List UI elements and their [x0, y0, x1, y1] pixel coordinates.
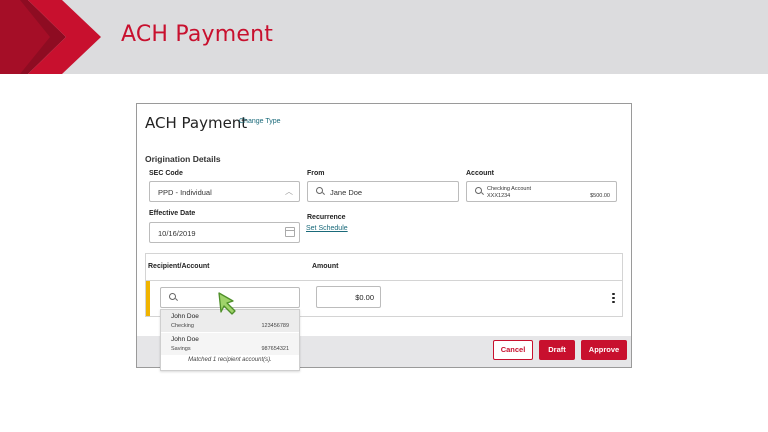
- banner-title: ACH Payment: [121, 22, 274, 47]
- change-type-link[interactable]: Change Type: [239, 118, 281, 125]
- chevron-up-icon: ︿: [285, 187, 293, 196]
- search-icon: [316, 187, 323, 194]
- recurrence-label: Recurrence: [307, 214, 346, 221]
- sec-code-value: PPD - Individual: [158, 188, 212, 197]
- row-active-indicator: [146, 281, 150, 316]
- from-field[interactable]: Jane Doe: [307, 181, 459, 202]
- pointer-cursor-icon: [218, 292, 236, 315]
- account-number: XXX1234: [487, 193, 511, 199]
- sec-code-label: SEC Code: [149, 170, 183, 177]
- from-label: From: [307, 170, 325, 177]
- account-number: 123456789: [261, 323, 289, 329]
- calendar-icon[interactable]: [285, 227, 295, 237]
- effective-date-field[interactable]: 10/16/2019: [149, 222, 300, 243]
- more-options-icon[interactable]: [612, 291, 616, 305]
- amount-input[interactable]: $0.00: [316, 286, 381, 308]
- amount-column-header: Amount: [312, 263, 339, 270]
- account-number: 987654321: [261, 346, 289, 352]
- effective-date-value: 10/16/2019: [158, 229, 196, 238]
- recipient-column-header: Recipient/Account: [148, 263, 210, 270]
- effective-date-label: Effective Date: [149, 210, 196, 217]
- account-type: Savings: [171, 346, 191, 352]
- match-count-text: Matched 1 recipient account(s).: [188, 357, 272, 363]
- recipient-dropdown: John Doe Checking 123456789 John Doe Sav…: [160, 309, 300, 371]
- list-item[interactable]: John Doe Savings 987654321: [161, 333, 299, 355]
- account-label: Account: [466, 170, 494, 177]
- search-icon: [475, 187, 482, 194]
- from-value: Jane Doe: [330, 188, 363, 197]
- draft-button[interactable]: Draft: [539, 340, 575, 360]
- ach-payment-form: ACH Payment Change Type Origination Deta…: [136, 103, 632, 371]
- section-title: Origination Details: [145, 154, 221, 164]
- account-name: Checking Account: [487, 186, 532, 192]
- account-type: Checking: [171, 323, 194, 329]
- amount-value: $0.00: [355, 293, 374, 302]
- grid-header: Recipient/Account Amount: [145, 253, 623, 280]
- sec-code-select[interactable]: PPD - Individual ︿: [149, 181, 300, 202]
- account-field[interactable]: Checking Account XXX1234 $500.00: [466, 181, 617, 202]
- recipient-name: John Doe: [171, 336, 199, 343]
- search-icon: [169, 293, 176, 300]
- approve-button[interactable]: Approve: [581, 340, 627, 360]
- account-balance: $500.00: [590, 193, 610, 199]
- header-banner: ACH Payment: [0, 0, 768, 74]
- set-schedule-link[interactable]: Set Schedule: [306, 225, 348, 232]
- cancel-button[interactable]: Cancel: [493, 340, 533, 360]
- recipient-name: John Doe: [171, 313, 199, 320]
- chevron-logo-icon: [0, 0, 101, 74]
- form-title: ACH Payment: [145, 114, 248, 132]
